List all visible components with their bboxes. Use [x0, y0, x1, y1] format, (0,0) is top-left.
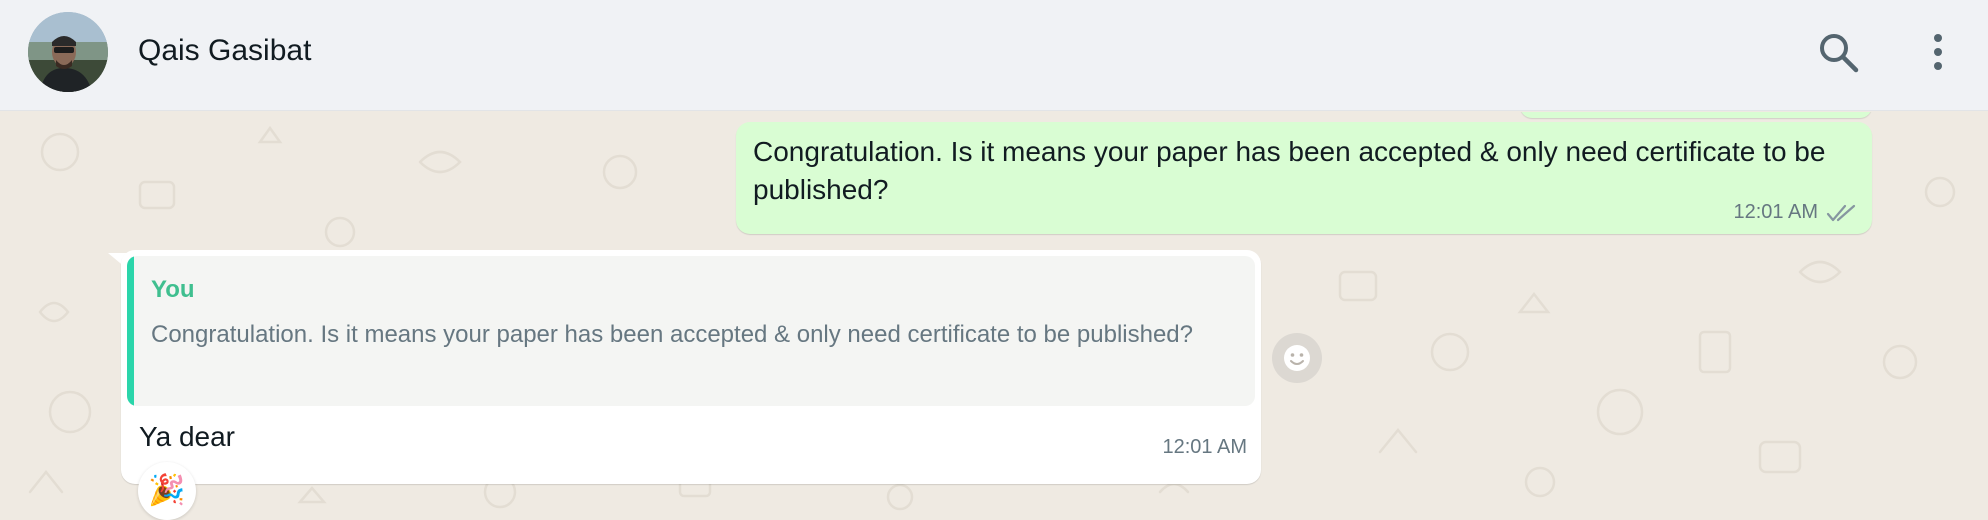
- chat-header: Qais Gasibat: [0, 0, 1988, 111]
- message-time: 12:01 AM: [1162, 436, 1247, 458]
- contact-avatar[interactable]: [28, 12, 108, 92]
- more-vertical-icon: [1934, 34, 1942, 70]
- message-time: 12:01 AM: [1733, 201, 1818, 223]
- message-list[interactable]: Congratulation. Is it means your paper h…: [0, 112, 1988, 520]
- avatar-photo: [28, 12, 108, 92]
- quote-accent-bar: [127, 256, 134, 406]
- message-text: Ya dear: [139, 421, 235, 452]
- quote-author: You: [151, 276, 195, 303]
- menu-button[interactable]: [1914, 28, 1962, 76]
- message-text: Congratulation. Is it means your paper h…: [753, 136, 1826, 205]
- smiley-icon: [1284, 345, 1310, 371]
- double-check-icon: [1826, 204, 1856, 221]
- message-reaction[interactable]: 🎉: [138, 462, 196, 520]
- search-icon: [1820, 34, 1859, 73]
- previous-message-bubble: [1520, 112, 1872, 118]
- message-meta: 12:01 AM: [1733, 201, 1858, 224]
- add-reaction-button[interactable]: [1272, 333, 1322, 383]
- contact-name[interactable]: Qais Gasibat: [138, 34, 311, 68]
- quote-text: Congratulation. Is it means your paper h…: [151, 321, 1193, 348]
- quoted-message[interactable]: You Congratulation. Is it means your pap…: [127, 256, 1255, 406]
- search-button[interactable]: [1814, 28, 1862, 76]
- outgoing-message[interactable]: Congratulation. Is it means your paper h…: [736, 122, 1872, 234]
- incoming-message[interactable]: You Congratulation. Is it means your pap…: [121, 250, 1261, 484]
